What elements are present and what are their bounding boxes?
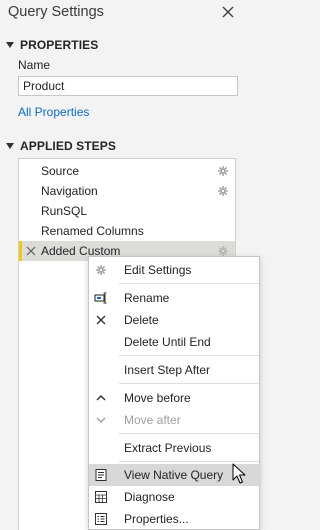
delete-x-icon [96,315,106,325]
menu-item-label: Insert Step After [124,363,211,377]
gear-icon[interactable] [217,185,229,197]
step-label: RunSQL [41,204,88,218]
menu-item-label: Edit Settings [124,263,192,277]
menu-item-rename[interactable]: Rename [89,287,261,309]
chevron-down-icon [96,417,106,423]
menu-item-extract-previous[interactable]: Extract Previous [89,437,261,459]
name-label: Name [18,58,51,72]
applied-steps-section-header[interactable]: APPLIED STEPS [6,139,116,153]
menu-item-edit-settings[interactable]: Edit Settings [89,259,261,281]
chevron-up-icon [96,395,106,401]
collapse-triangle-icon [6,42,14,48]
menu-item-delete[interactable]: Delete [89,309,261,331]
menu-item-label: Move after [124,413,181,427]
menu-item-delete-until-end[interactable]: Delete Until End [89,331,261,353]
menu-divider [119,355,259,356]
menu-item-insert-step-after[interactable]: Insert Step After [89,359,261,381]
menu-divider [119,433,259,434]
close-icon[interactable] [220,4,236,20]
step-navigation[interactable]: Navigation [19,181,235,201]
menu-item-label: Extract Previous [124,441,212,455]
step-label: Renamed Columns [41,224,144,238]
menu-item-move-after[interactable]: Move after [89,409,261,431]
step-source[interactable]: Source [19,161,235,181]
properties-section-header[interactable]: PROPERTIES [6,38,98,52]
diagnose-icon [95,491,107,503]
menu-item-move-before[interactable]: Move before [89,387,261,409]
step-context-menu: Edit Settings Rename Delete Delete Until… [88,256,261,530]
properties-heading: PROPERTIES [20,38,99,52]
step-label: Navigation [41,184,98,198]
menu-item-label: Diagnose [124,490,175,504]
menu-item-label: Delete Until End [124,335,211,349]
mouse-pointer-icon [232,463,246,484]
rename-icon [94,292,107,304]
menu-item-label: Delete [124,313,159,327]
menu-item-properties[interactable]: Properties... [89,508,261,530]
delete-step-icon[interactable] [26,246,36,256]
menu-divider [119,383,259,384]
step-runsql[interactable]: RunSQL [19,201,235,221]
menu-item-label: Properties... [124,512,189,526]
panel-title: Query Settings [8,4,104,20]
menu-divider [119,461,259,462]
step-renamed-columns[interactable]: Renamed Columns [19,221,235,241]
native-query-icon [95,469,107,481]
gear-icon[interactable] [217,165,229,177]
all-properties-link[interactable]: All Properties [18,105,89,119]
gear-icon [96,265,106,275]
collapse-triangle-icon [6,143,14,149]
menu-item-label: View Native Query [124,468,224,482]
step-label: Source [41,164,80,178]
applied-steps-heading: APPLIED STEPS [20,139,116,153]
menu-item-label: Rename [124,291,170,305]
menu-item-diagnose[interactable]: Diagnose [89,486,261,508]
properties-icon [95,513,107,525]
name-field[interactable] [18,76,238,96]
menu-item-label: Move before [124,391,191,405]
menu-divider [119,283,259,284]
